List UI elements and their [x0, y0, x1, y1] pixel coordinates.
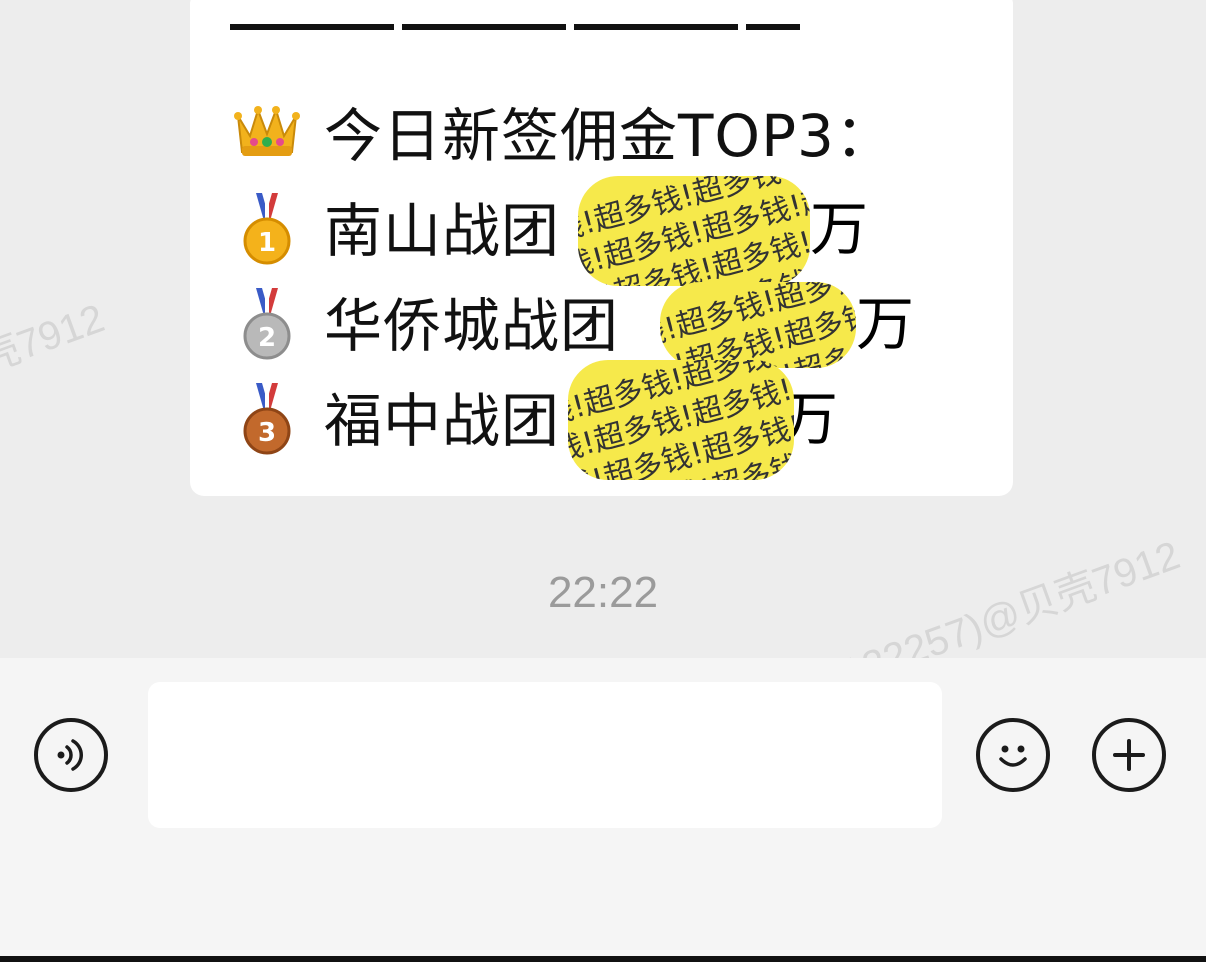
- unit-2: 万: [856, 290, 915, 358]
- watermark-left: 壳7912: [0, 296, 111, 382]
- censor-sticker-1: 钱!超多钱!超多钱!超多钱! 钱!超多钱!超多钱!超多钱! 钱!超多钱!超多钱!超多…: [578, 176, 810, 286]
- gold-medal-icon: 1: [232, 191, 302, 265]
- message-divider: [230, 24, 800, 30]
- bronze-medal-icon: 3: [232, 381, 302, 455]
- message-bubble[interactable]: 今日新签佣金TOP3： 1 南山战团 万 2 华侨城战团 万 3 福中战团 万 …: [190, 0, 1013, 496]
- team-name-1: 南山战团: [324, 197, 561, 265]
- svg-text:1: 1: [258, 228, 276, 258]
- censor-sticker-3: 钱!超多钱!超多钱!超多钱! 钱!超多钱!超多钱!超多钱! 钱!超多钱!超多钱!超多…: [568, 360, 794, 480]
- message-timestamp: 22:22: [547, 568, 659, 617]
- rank-row-1: 1 南山战团: [232, 186, 560, 266]
- chat-area: 壳7912 20122257)@贝壳7912 今日新签佣金TOP3： 1 南山战…: [0, 0, 1206, 660]
- voice-button[interactable]: [34, 718, 108, 792]
- message-input[interactable]: [148, 682, 942, 828]
- silver-medal-icon: 2: [232, 286, 302, 360]
- smiley-icon: [999, 745, 1027, 767]
- message-heading: 今日新签佣金TOP3：: [324, 102, 894, 170]
- unit-1: 万: [810, 195, 869, 263]
- team-name-2: 华侨城战团: [324, 292, 620, 360]
- rank-row-2: 2 华侨城战团: [232, 281, 619, 361]
- rank-row-3: 3 福中战团: [232, 376, 560, 456]
- voice-icon: [57, 739, 83, 771]
- team-name-3: 福中战团: [324, 387, 561, 455]
- svg-text:2: 2: [258, 323, 276, 353]
- message-heading-line: 今日新签佣金TOP3：: [232, 91, 894, 171]
- home-indicator-rule: [0, 956, 1206, 962]
- plus-button[interactable]: [1092, 718, 1166, 792]
- censor-sticker-2: 钱!超多钱!超多钱!超多钱! 钱!超多钱!超多钱!超多钱! 钱!超多钱!超多钱!超多…: [660, 282, 856, 368]
- crown-icon: [232, 96, 302, 166]
- emoji-button[interactable]: [976, 718, 1050, 792]
- plus-icon: [1113, 739, 1145, 771]
- svg-text:3: 3: [258, 418, 276, 448]
